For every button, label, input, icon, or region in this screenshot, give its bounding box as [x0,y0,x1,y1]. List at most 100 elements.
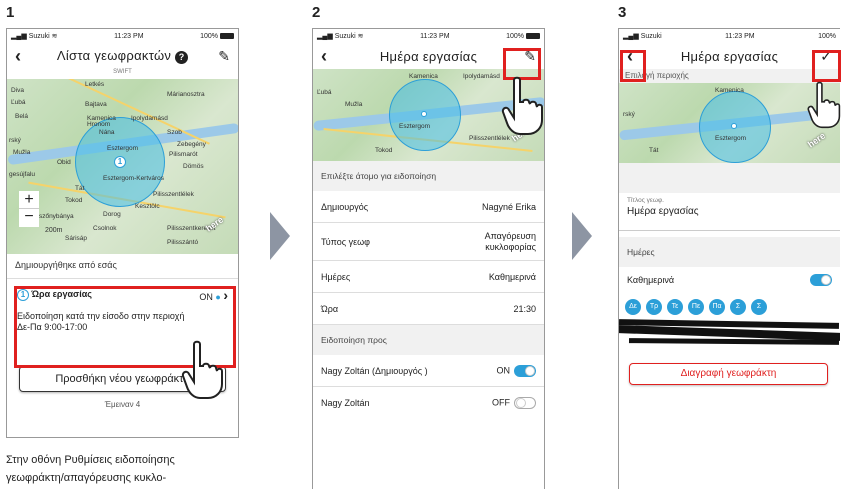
battery-icon [525,32,540,39]
status-bar: ▂▄▆ Suzuki ≋ 11:23 PM 100% [313,29,544,43]
step-number-2: 2 [312,4,321,21]
clock: 11:23 PM [725,32,755,40]
map-label: Tokod [375,147,393,154]
map-label: Kamenica [715,87,744,94]
remaining-count: Έμειναν 4 [104,400,141,409]
map-label: Diva [11,87,25,94]
wifi-icon: ≋ [51,33,58,40]
hand-pointer-icon [501,76,543,135]
back-button[interactable]: ‹ [15,46,21,67]
day-selector: Δε Τρ Τε Πε Πα Σ Σ [619,293,840,315]
map-label: Sárisáp [65,235,88,242]
edit-pencil-icon[interactable]: ✎ [218,48,230,65]
redaction-scribble [619,313,840,353]
map-label: gesújfalu [9,171,36,178]
step-arrow-icon [572,212,592,260]
status-bar: ▂▄▆ Suzuki 11:23 PM 100% [623,32,836,41]
clock: 11:23 PM [420,32,450,40]
zoom-in-button[interactable]: + [19,191,39,209]
nav-bar: ‹ Ημέρα εργασίας ✓ [619,43,840,69]
created-by-label: Δημιουργήθηκε από εσάς [15,260,117,270]
caption-line-2: γεωφράκτη/απαγόρευσης κυκλο- [6,472,167,484]
carrier-label: Suzuki [28,33,50,40]
hand-pointer-icon [807,81,841,129]
zoom-out-button[interactable]: − [19,209,39,227]
map-label: Pilisszentlélek [153,191,194,198]
hand-pointer-icon [181,340,223,399]
days-section-header: Ημέρες [619,237,840,267]
map-label: Kesztölc [135,203,160,210]
step-number-1: 1 [6,4,15,21]
caption-line-1: Στην οθόνη Ρυθμίσεις ειδοποίησης [6,454,175,466]
signal-icon: ▂▄▆ [317,33,333,40]
map-label: Márianosztra [167,91,205,98]
map-label: Pilisszentlélek [469,135,510,142]
page-title: Λίστα γεωφρακτών ? [7,48,238,64]
map-label: Ľubá [317,89,332,96]
map-label: rský [9,137,21,144]
notify-row: Nagy Zoltán OFF [313,387,544,419]
help-icon[interactable]: ? [175,51,189,64]
highlight-box [620,50,646,82]
map-label: Csolnok [93,225,117,232]
map-scale: 200m [45,227,63,234]
settings-row-days[interactable]: Ημέρες Καθημερινά [313,261,544,293]
map-label: Szob [167,129,182,136]
map-label: Tát [649,147,659,154]
battery-icon [219,32,234,39]
map-label: Ľubá [11,99,26,106]
delete-geofence-button[interactable]: Διαγραφή γεωφράκτη [629,363,828,385]
section-header-notify: Ειδοποίηση προς [313,325,544,355]
map-label: Esztergom-Kertváros [103,175,165,182]
settings-row-creator: Δημιουργός Nagyné Erika [313,191,544,223]
map-label: Letkés [85,81,105,88]
map-label: Mužla [345,101,363,108]
back-button[interactable]: ‹ [321,46,327,67]
days-row: Καθημερινά [619,267,840,293]
map-label: rský [623,111,635,118]
map-label: Ipolydamásd [131,115,168,122]
map-label: Belá [15,113,29,120]
battery-level: 100% [200,32,218,40]
map-label: Bajtava [85,101,107,108]
map-label: Ipolydamásd [463,73,500,80]
settings-row-time[interactable]: Ώρα 21:30 [313,293,544,325]
geofence-center-dot [421,111,427,117]
map-label: Kamenica [409,73,438,80]
map-view[interactable]: 1 Diva Ľubá Belá rský Mužla Obid gesújfa… [7,79,238,254]
geofence-name-field[interactable]: Τίτλος γεωφ. Ημέρα εργασίας [619,193,840,231]
geofence-center-dot [731,123,737,129]
geofence-marker[interactable]: 1 [114,156,126,168]
settings-row-type[interactable]: Τύπος γεωφ Απαγόρευση κυκλοφορίας [313,223,544,261]
nav-bar: ‹ Λίστα γεωφρακτών ? ✎ [7,43,238,69]
step-arrow-icon [270,212,290,260]
signal-icon: ▂▄▆ [11,33,27,40]
here-logo: here [805,130,828,150]
map-label: Zebegény [177,141,206,148]
weekdays-toggle[interactable] [810,274,832,286]
map-label: Mužla [13,149,31,156]
map-label: Tát [75,185,85,192]
vehicle-name: SWIFT [113,69,132,75]
map-label: Hronom [87,121,111,128]
signal-icon: ▂▄▆ [623,33,639,40]
map-label: Esztergom [715,135,747,142]
map-label: Dömös [183,163,204,170]
map-label: Obid [57,159,71,166]
map-label: Pilismarót [169,151,198,158]
map-label: Esztergom [399,123,431,130]
wifi-icon: ≋ [357,33,364,40]
map-label: Dorog [103,211,121,218]
notify-row: Nagy Zoltán (Δημιουργός ) ON [313,355,544,387]
page-title: Ημέρα εργασίας [680,48,779,64]
map-label: Nána [99,129,115,136]
notify-toggle[interactable] [514,397,536,409]
notify-toggle[interactable] [514,364,536,377]
spacer [619,163,840,193]
map-label: Tokod [65,197,83,204]
step-number-3: 3 [618,4,627,21]
map-label: Pilisszántó [167,239,199,246]
section-header-select-person: Επιλέξτε άτομο για ειδοποίηση [313,161,544,191]
map-label: Esztergom [107,145,139,152]
status-bar: ▂▄▆ Suzuki ≋ 11:23 PM 100% [7,29,238,43]
